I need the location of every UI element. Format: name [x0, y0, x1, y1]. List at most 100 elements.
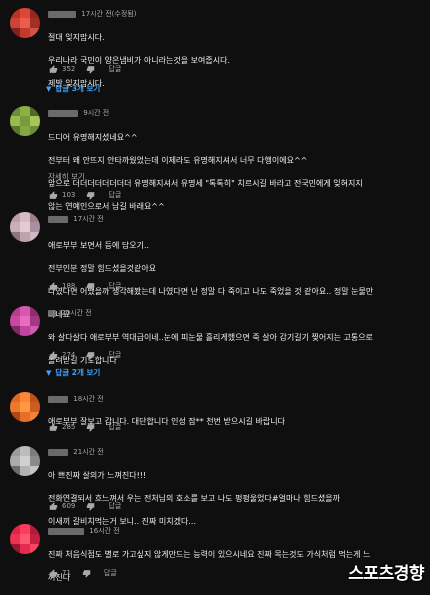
thumbs-down-icon[interactable] — [85, 281, 96, 292]
thumbs-up-icon[interactable] — [48, 350, 59, 361]
avatar-mosaic-cell — [10, 306, 20, 316]
avatar-mosaic-cell — [10, 28, 20, 38]
avatar-mosaic-cell — [30, 402, 40, 412]
avatar-mosaic-cell — [10, 544, 20, 554]
thumbs-down-icon[interactable] — [85, 501, 96, 512]
avatar-mosaic-cell — [20, 524, 30, 534]
thumbs-down-icon[interactable] — [85, 422, 96, 433]
avatar-mosaic-cell — [20, 412, 30, 422]
comment-item: 18시간 전 애로부부 잘보고 갑니다. 대단합니다 인성 잠** 천번 받으시… — [0, 388, 430, 438]
avatar-mosaic-cell — [30, 18, 40, 28]
like-count: 103 — [62, 191, 76, 199]
comment-line: 와 살다살다 애로부부 역대급이네..눈에 피눈물 흘리게했으면 죽 살아 감기… — [48, 332, 373, 342]
author-name-blurred[interactable] — [48, 395, 68, 403]
thumbs-down-icon[interactable] — [85, 64, 96, 75]
avatar[interactable] — [10, 524, 40, 554]
reply-button[interactable]: 답글 — [108, 190, 121, 200]
avatar[interactable] — [10, 392, 40, 422]
author-name-blurred[interactable] — [48, 527, 84, 535]
avatar-mosaic-cell — [10, 326, 20, 336]
like-count: 274 — [62, 351, 76, 359]
comment-time: 18시간 전 — [73, 395, 104, 403]
avatar-mosaic-cell — [10, 106, 20, 116]
read-more-link[interactable]: 자세히 보기 — [48, 171, 85, 182]
avatar[interactable] — [10, 106, 40, 136]
comment-line: 제발 잊지맙시다. — [48, 78, 105, 88]
avatar-mosaic-cell — [30, 28, 40, 38]
avatar-mosaic-cell — [20, 316, 30, 326]
thumbs-up-icon[interactable] — [48, 568, 59, 579]
comment-item: 17시간 전(수정됨) 절대 잊지맙시다. 우리나라 국민이 양은냄비가 아니라… — [0, 0, 430, 98]
comment-meta: 18시간 전 — [48, 394, 104, 404]
comment-item: 20시간 전 와 살다살다 애로부부 역대급이네..눈에 피눈물 흘리게했으면 … — [0, 300, 430, 388]
comment-meta: 21시간 전 — [48, 447, 104, 457]
thumbs-up-icon[interactable] — [48, 190, 59, 201]
thumbs-down-icon[interactable] — [85, 190, 96, 201]
avatar-mosaic-cell — [10, 8, 20, 18]
view-replies-label: 답글 3개 보기 — [55, 84, 101, 93]
comment-item: 17시간 전 애로부부 보면서 등에 담오기.. 전부인분 정말 힘드셨을것같아… — [0, 204, 430, 319]
comment-actions: 274 답글 — [48, 349, 121, 361]
avatar-mosaic-cell — [10, 18, 20, 28]
author-name-blurred[interactable] — [48, 448, 68, 456]
avatar-mosaic-cell — [30, 524, 40, 534]
avatar-mosaic-cell — [10, 232, 20, 242]
avatar[interactable] — [10, 446, 40, 476]
like-count: 352 — [62, 65, 76, 73]
author-name-blurred[interactable] — [48, 10, 76, 18]
avatar-mosaic-cell — [20, 446, 30, 456]
avatar-mosaic-cell — [20, 402, 30, 412]
reply-button[interactable]: 답글 — [104, 568, 117, 578]
comment-time: 21시간 전 — [73, 448, 104, 456]
comment-actions: 188 답글 — [48, 280, 121, 292]
view-replies-button[interactable]: ▼ 답글 3개 보기 — [46, 83, 100, 94]
avatar-mosaic-cell — [30, 534, 40, 544]
comment-actions: 103 답글 — [48, 189, 121, 201]
reply-button[interactable]: 답글 — [108, 281, 121, 291]
comment-time: 17시간 전 — [73, 215, 104, 223]
avatar-mosaic-cell — [30, 326, 40, 336]
view-replies-button[interactable]: ▼ 답글 2개 보기 — [46, 367, 100, 378]
avatar-mosaic-cell — [30, 106, 40, 116]
author-name-blurred[interactable] — [48, 109, 78, 117]
avatar[interactable] — [10, 212, 40, 242]
author-name-blurred[interactable] — [48, 215, 68, 223]
reply-button[interactable]: 답글 — [108, 422, 121, 432]
comment-line: 절대 잊지맙시다. — [48, 32, 105, 42]
comment-meta: 17시간 전 — [48, 214, 104, 224]
thumbs-down-icon[interactable] — [85, 350, 96, 361]
comment-meta: 9시간 전 — [48, 108, 109, 118]
avatar-mosaic-cell — [10, 392, 20, 402]
thumbs-up-icon[interactable] — [48, 501, 59, 512]
avatar-mosaic-cell — [30, 412, 40, 422]
avatar-mosaic-cell — [10, 116, 20, 126]
comment-actions: 285 답글 — [48, 421, 121, 433]
thumbs-up-icon[interactable] — [48, 64, 59, 75]
avatar-mosaic-cell — [10, 222, 20, 232]
comment-meta: 16시간 전 — [48, 526, 120, 536]
avatar-mosaic-cell — [30, 456, 40, 466]
comment-line: 아 쁘진짜 살의가 느껴진다!!! — [48, 470, 147, 480]
comment-text: 절대 잊지맙시다. 우리나라 국민이 양은냄비가 아니라는것을 보여줍시다. 제… — [48, 20, 420, 101]
reply-button[interactable]: 답글 — [108, 350, 121, 360]
avatar-mosaic-cell — [30, 306, 40, 316]
avatar[interactable] — [10, 306, 40, 336]
avatar[interactable] — [10, 8, 40, 38]
comment-line: 전부인분 정말 힘드셨을것같아요 — [48, 263, 157, 273]
comment-time: 17시간 전(수정됨) — [81, 10, 137, 18]
thumbs-up-icon[interactable] — [48, 281, 59, 292]
thumbs-down-icon[interactable] — [81, 568, 92, 579]
avatar-mosaic-cell — [10, 456, 20, 466]
thumbs-up-icon[interactable] — [48, 422, 59, 433]
author-name-blurred[interactable] — [48, 309, 56, 317]
reply-button[interactable]: 답글 — [108, 64, 121, 74]
avatar-mosaic-cell — [10, 524, 20, 534]
avatar-mosaic-cell — [20, 116, 30, 126]
avatar-mosaic-cell — [20, 106, 30, 116]
avatar-mosaic-cell — [20, 466, 30, 476]
avatar-mosaic-cell — [30, 316, 40, 326]
comment-actions: 352 답글 — [48, 63, 121, 75]
reply-button[interactable]: 답글 — [108, 501, 121, 511]
avatar-mosaic-cell — [20, 534, 30, 544]
avatar-mosaic-cell — [10, 412, 20, 422]
